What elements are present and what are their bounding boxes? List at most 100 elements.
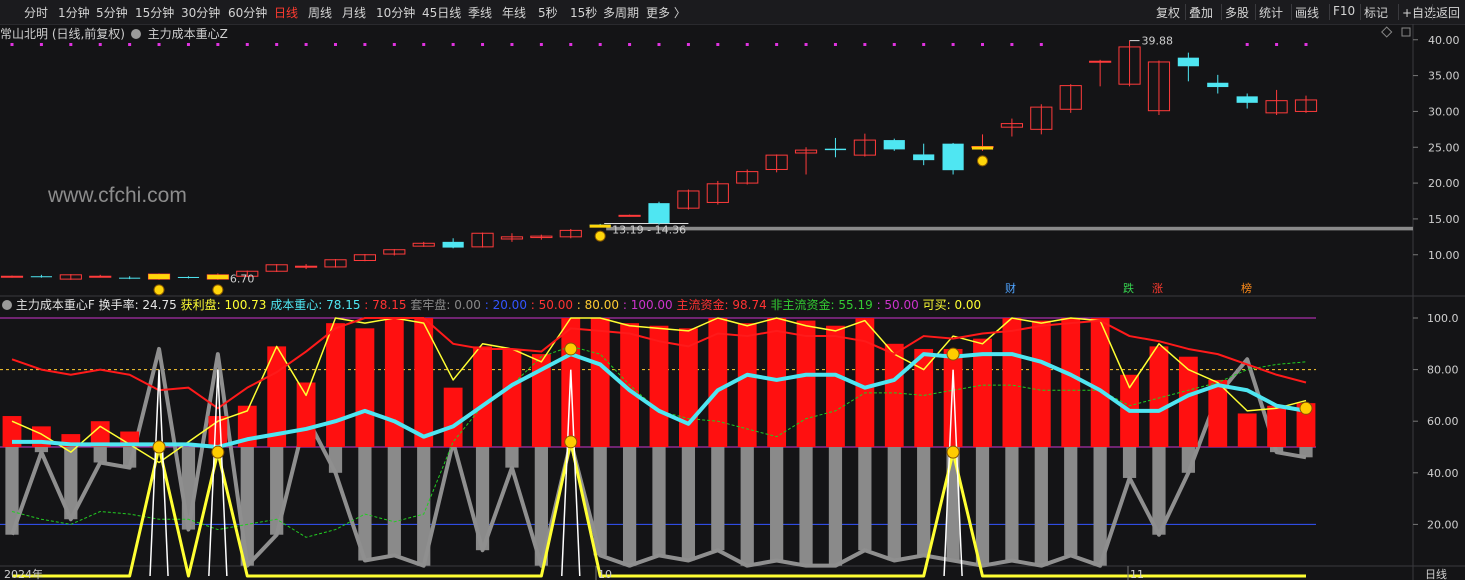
signal-dot bbox=[922, 43, 926, 46]
date-label: 11 bbox=[1130, 568, 1144, 580]
price-label: 30.00 bbox=[1428, 105, 1460, 118]
panel-toggle-icon bbox=[1401, 27, 1411, 37]
candle-body bbox=[824, 148, 847, 151]
signal-dot bbox=[804, 43, 808, 46]
toolbar-button-4[interactable]: 画线 bbox=[1295, 4, 1319, 21]
timeframe-2[interactable]: 5分钟 bbox=[96, 4, 128, 21]
signal-dot bbox=[157, 43, 161, 46]
trapped-bar bbox=[652, 447, 666, 556]
turnover-bar bbox=[884, 343, 904, 447]
turnover-bar bbox=[943, 348, 963, 447]
timeframe-11[interactable]: 季线 bbox=[468, 4, 492, 21]
timeframe-10[interactable]: 45日线 bbox=[422, 4, 461, 21]
toolbar-button-2[interactable]: 多股 bbox=[1225, 4, 1249, 21]
signal-dot bbox=[304, 43, 308, 46]
candle-body bbox=[0, 275, 24, 278]
timeframe-5[interactable]: 60分钟 bbox=[228, 4, 267, 21]
date-label: 10 bbox=[598, 568, 612, 580]
timeframe-9[interactable]: 10分钟 bbox=[376, 4, 415, 21]
signal-dot bbox=[657, 43, 661, 46]
trapped-bar bbox=[681, 447, 696, 561]
support-band bbox=[606, 226, 1413, 231]
turnover-bar bbox=[1149, 346, 1169, 447]
timeframe-7[interactable]: 周线 bbox=[308, 4, 332, 21]
timeframe-16[interactable]: 更多 〉 bbox=[646, 4, 686, 21]
timeframe-13[interactable]: 5秒 bbox=[538, 4, 558, 21]
price-label: 15.00 bbox=[1428, 213, 1460, 226]
indicator-label: 40.00 bbox=[1427, 467, 1459, 480]
toolbar-separator bbox=[1185, 4, 1186, 20]
turnover-bar bbox=[590, 318, 610, 447]
turnover-bar bbox=[914, 348, 934, 447]
candle-body bbox=[648, 203, 670, 224]
signal-dot bbox=[951, 43, 955, 46]
trapped-bar bbox=[917, 447, 931, 556]
toolbar-separator bbox=[1221, 4, 1222, 20]
timeframe-6[interactable]: 日线 bbox=[274, 4, 298, 21]
toolbar-button-0[interactable]: 复权 bbox=[1156, 4, 1180, 21]
price-label: 20.00 bbox=[1428, 177, 1460, 190]
toolbar: 分时 1分钟 5分钟 15分钟 30分钟 60分钟 日线 周线 月线 10分钟 45日线 季线 年线 5秒… bbox=[0, 0, 1465, 25]
turnover-bar bbox=[1061, 318, 1081, 447]
candle-body bbox=[883, 140, 905, 150]
toolbar-button-5[interactable]: F10 bbox=[1333, 4, 1355, 18]
event-marker: 榜 bbox=[1241, 281, 1252, 295]
money-bag-icon bbox=[977, 155, 988, 167]
signal-dot bbox=[1275, 43, 1279, 46]
timeframe-14[interactable]: 15秒 bbox=[570, 4, 597, 21]
turnover-bar bbox=[767, 318, 787, 447]
candle-body bbox=[1089, 60, 1112, 63]
smiley-icon bbox=[946, 445, 960, 459]
smiley-icon bbox=[564, 435, 578, 449]
trapped-bar bbox=[975, 447, 990, 566]
timeframe-8[interactable]: 月线 bbox=[342, 4, 366, 21]
highlight-candle bbox=[589, 224, 611, 228]
smiley-icon bbox=[211, 445, 225, 459]
turnover-bar bbox=[473, 346, 492, 447]
signal-dot bbox=[833, 43, 837, 46]
price-label: 40.00 bbox=[1428, 34, 1460, 47]
toolbar-button-1[interactable]: 叠加 bbox=[1189, 4, 1213, 21]
event-marker: 财 bbox=[1005, 281, 1016, 295]
signal-dot bbox=[1039, 43, 1043, 46]
timeframe-3[interactable]: 15分钟 bbox=[135, 4, 174, 21]
turnover-bar bbox=[1208, 379, 1228, 447]
timeframe-15[interactable]: 多周期 bbox=[603, 4, 639, 21]
toolbar-button-8[interactable]: 返回 bbox=[1436, 4, 1460, 21]
low-label: 6.70 bbox=[230, 272, 255, 285]
signal-dot bbox=[775, 43, 779, 46]
indicator-label: 20.00 bbox=[1427, 518, 1459, 531]
smiley-icon bbox=[1299, 401, 1313, 415]
trapped-bar bbox=[622, 447, 637, 566]
signal-dot bbox=[1245, 43, 1249, 46]
turnover-bar bbox=[355, 328, 375, 447]
toolbar-button-7[interactable]: +自选 bbox=[1402, 4, 1436, 21]
money-bag-icon bbox=[212, 284, 224, 296]
toolbar-separator bbox=[1432, 4, 1433, 20]
candle-body bbox=[1207, 82, 1229, 88]
candle-body bbox=[30, 276, 52, 278]
signal-dot bbox=[716, 43, 720, 46]
signal-dot bbox=[39, 43, 43, 46]
smiley-icon bbox=[946, 347, 960, 361]
signal-dot bbox=[981, 43, 984, 46]
indicator-label: 80.00 bbox=[1427, 364, 1459, 377]
candle-body bbox=[618, 214, 641, 217]
timeframe-1[interactable]: 1分钟 bbox=[58, 4, 90, 21]
signal-dot bbox=[745, 43, 749, 46]
timeframe-0[interactable]: 分时 bbox=[24, 4, 48, 21]
signal-dot bbox=[69, 43, 73, 46]
turnover-bar bbox=[296, 382, 316, 447]
toolbar-button-6[interactable]: 标记 bbox=[1364, 4, 1388, 21]
trapped-bar bbox=[1034, 447, 1048, 566]
timeframe-4[interactable]: 30分钟 bbox=[181, 4, 220, 21]
turnover-bar bbox=[443, 387, 463, 447]
signal-dot bbox=[451, 43, 455, 46]
toolbar-separator bbox=[1291, 4, 1292, 20]
kline-chart[interactable]: 40.00 35.00 30.00 25.00 20.00 15.00 10.00 39.88… bbox=[0, 24, 1465, 580]
toolbar-button-3[interactable]: 统计 bbox=[1259, 4, 1283, 21]
signal-dot bbox=[539, 43, 543, 46]
signal-dot bbox=[392, 43, 396, 46]
turnover-bar bbox=[826, 325, 845, 447]
timeframe-12[interactable]: 年线 bbox=[502, 4, 526, 21]
